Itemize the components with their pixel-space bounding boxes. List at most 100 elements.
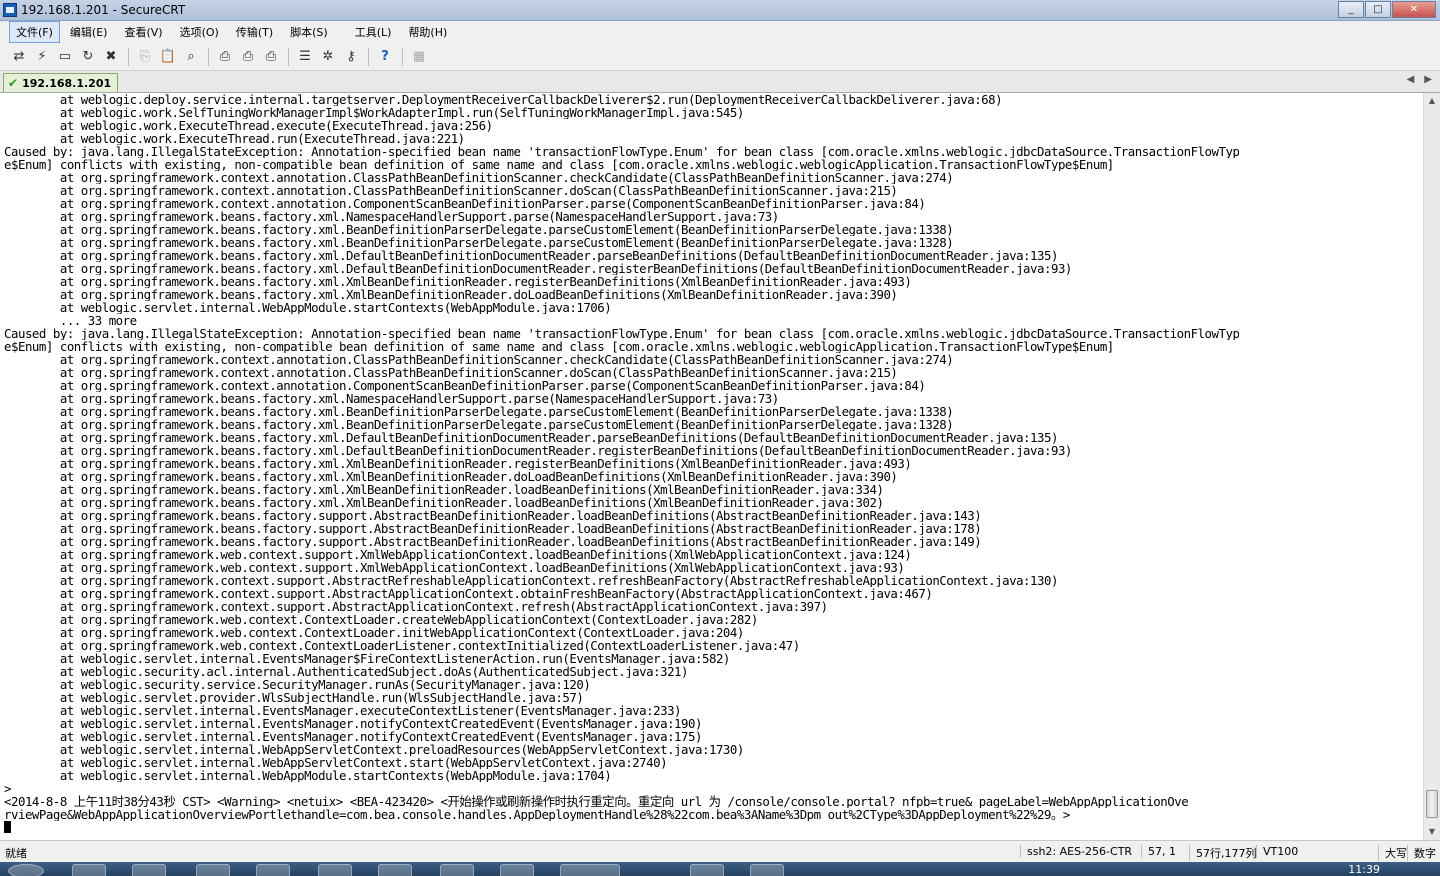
start-button-icon[interactable] xyxy=(8,864,44,876)
menu-item-2[interactable]: 查看(V) xyxy=(117,21,169,43)
toolbar-separator xyxy=(402,47,403,66)
minimize-button[interactable]: _ xyxy=(1338,1,1364,18)
print-icon[interactable]: ⎙ xyxy=(215,47,235,67)
keymap-icon[interactable]: ⚷ xyxy=(341,47,361,67)
scroll-down-icon[interactable]: ▼ xyxy=(1424,824,1440,840)
status-emulation: VT100 xyxy=(1256,845,1298,858)
toolbar: ⇄ ⚡ ▭ ↻ ✖ ⎘ 📋 ⌕ ⎙ ⎙ ⎙ ☰ ✲ ⚷? ▦ xyxy=(0,43,1440,71)
taskbar-folder-icon[interactable] xyxy=(72,864,106,876)
terminal-line: at weblogic.security.service.SecurityMan… xyxy=(4,678,591,691)
toolbar-separator xyxy=(208,47,209,66)
taskbar-app-icon[interactable] xyxy=(690,864,724,876)
taskbar-app-icon[interactable] xyxy=(500,864,534,876)
terminal-line: at org.springframework.web.context.suppo… xyxy=(4,548,912,561)
terminal-line: at weblogic.servlet.internal.EventsManag… xyxy=(4,652,731,665)
sftp-icon[interactable]: ▦ xyxy=(409,47,429,67)
maximize-button[interactable]: □ xyxy=(1365,1,1391,18)
terminal-line: at weblogic.servlet.internal.WebAppModul… xyxy=(4,769,612,782)
menu-item-5[interactable]: 脚本(S) xyxy=(283,21,335,43)
terminal-line: rviewPage&WebAppApplicationOverviewPortl… xyxy=(4,808,1070,821)
taskbar-app-icon[interactable] xyxy=(132,864,166,876)
terminal-line: at weblogic.security.acl.internal.Authen… xyxy=(4,665,689,678)
taskbar-clock[interactable]: 11:39 xyxy=(1348,863,1380,876)
terminal-line: at org.springframework.context.annotatio… xyxy=(4,184,898,197)
terminal-line: at org.springframework.web.context.Conte… xyxy=(4,639,800,652)
session-tab-label: 192.168.1.201 xyxy=(22,76,112,90)
menu-bar: 文件(F) 编辑(E) 查看(V) 选项(O) 传输(T) 脚本(S) 工具(L) 帮助(H) xyxy=(0,21,1440,43)
terminal-scrollbar[interactable]: ▲ ▼ xyxy=(1423,93,1440,840)
status-caps-lock: 大写 xyxy=(1378,845,1407,861)
menu-item-4[interactable]: 传输(T) xyxy=(229,21,280,43)
paste-icon[interactable]: 📋 xyxy=(158,47,178,67)
terminal-output[interactable]: at weblogic.deploy.service.internal.targ… xyxy=(0,93,1423,840)
scroll-thumb[interactable] xyxy=(1426,790,1438,818)
terminal-line: at org.springframework.beans.factory.sup… xyxy=(4,535,982,548)
reconnect-icon[interactable]: ↻ xyxy=(78,47,98,67)
scroll-up-icon[interactable]: ▲ xyxy=(1424,93,1440,109)
terminal-line: at org.springframework.beans.factory.xml… xyxy=(4,470,898,483)
terminal-line: at org.springframework.context.annotatio… xyxy=(4,353,954,366)
menu-item-3[interactable]: 选项(O) xyxy=(173,21,226,43)
title-bar[interactable]: 192.168.1.201 - SecureCRT _ □ ✕ xyxy=(0,0,1440,21)
menu-item-7[interactable]: 帮助(H) xyxy=(401,21,454,43)
window-controls: _ □ ✕ xyxy=(1337,1,1436,18)
session-tab[interactable]: ✔ 192.168.1.201 xyxy=(3,73,119,92)
terminal-line: at weblogic.servlet.internal.WebAppServl… xyxy=(4,756,668,769)
terminal-line: at org.springframework.web.context.suppo… xyxy=(4,561,905,574)
terminal-lines: at weblogic.deploy.service.internal.targ… xyxy=(4,93,1239,834)
terminal-line: at org.springframework.beans.factory.xml… xyxy=(4,262,1073,275)
taskbar-app-icon[interactable] xyxy=(196,864,230,876)
tab-scroll-left-icon[interactable]: ◀ xyxy=(1407,74,1415,85)
terminal-line: at org.springframework.beans.factory.xml… xyxy=(4,483,884,496)
print-selection-icon[interactable]: ⎙ xyxy=(238,47,258,67)
print-setup-icon[interactable]: ⎙ xyxy=(261,47,281,67)
connect-tab-icon[interactable]: ▭ xyxy=(55,47,75,67)
session-options-icon[interactable]: ☰ xyxy=(295,47,315,67)
find-icon[interactable]: ⌕ xyxy=(181,47,201,67)
terminal-line: at org.springframework.beans.factory.xml… xyxy=(4,457,912,470)
terminal-line: at weblogic.deploy.service.internal.targ… xyxy=(4,93,1003,106)
status-terminal-size: 57行,177列 xyxy=(1189,845,1257,861)
securecrt-app-icon[interactable] xyxy=(3,3,17,17)
toolbar-separator xyxy=(368,47,369,66)
terminal-line: at weblogic.work.ExecuteThread.run(Execu… xyxy=(4,132,465,145)
terminal-line: at org.springframework.beans.factory.xml… xyxy=(4,418,954,431)
menu-item-0[interactable]: 文件(F) xyxy=(9,21,60,43)
disconnect-icon[interactable]: ✖ xyxy=(101,47,121,67)
terminal-line: at weblogic.servlet.internal.EventsManag… xyxy=(4,717,703,730)
terminal-line: at org.springframework.beans.factory.xml… xyxy=(4,392,779,405)
terminal-line: at org.springframework.beans.factory.xml… xyxy=(4,275,912,288)
terminal-line: at org.springframework.beans.factory.xml… xyxy=(4,288,898,301)
toolbar-separator xyxy=(128,47,129,66)
taskbar-app-icon[interactable] xyxy=(750,864,784,876)
close-button[interactable]: ✕ xyxy=(1392,1,1436,18)
terminal-line: at weblogic.work.SelfTuningWorkManagerIm… xyxy=(4,106,745,119)
taskbar-app-icon[interactable] xyxy=(440,864,474,876)
taskbar-browser-icon[interactable] xyxy=(378,864,412,876)
terminal-line: <2014-8-8 上午11时38分43秒 CST> <Warning> <ne… xyxy=(4,795,1189,808)
copy-icon[interactable]: ⎘ xyxy=(135,47,155,67)
terminal-line: at org.springframework.context.support.A… xyxy=(4,600,828,613)
connect-icon[interactable]: ⇄ xyxy=(9,47,29,67)
taskbar-securecrt-icon[interactable] xyxy=(560,864,620,876)
status-ssh-cipher: ssh2: AES-256-CTR xyxy=(1020,845,1132,858)
terminal-line: at org.springframework.beans.factory.sup… xyxy=(4,522,982,535)
taskbar-app-icon[interactable] xyxy=(318,864,352,876)
quick-connect-icon[interactable]: ⚡ xyxy=(32,47,52,67)
menu-item-6[interactable]: 工具(L) xyxy=(348,21,399,43)
terminal-line: at weblogic.servlet.provider.WlsSubjectH… xyxy=(4,691,584,704)
taskbar-app-icon[interactable] xyxy=(256,864,290,876)
terminal-line: e$Enum] conflicts with existing, non-com… xyxy=(4,158,1114,171)
terminal-line: at org.springframework.context.annotatio… xyxy=(4,197,926,210)
terminal-line: at org.springframework.beans.factory.sup… xyxy=(4,509,982,522)
tab-scroll-right-icon[interactable]: ▶ xyxy=(1424,74,1432,85)
terminal-line: at org.springframework.beans.factory.xml… xyxy=(4,405,954,418)
global-options-icon[interactable]: ✲ xyxy=(318,47,338,67)
terminal-line: > xyxy=(4,782,11,795)
help-icon[interactable]: ? xyxy=(375,47,395,67)
terminal-line: at org.springframework.context.annotatio… xyxy=(4,379,926,392)
terminal-line: at weblogic.servlet.internal.EventsManag… xyxy=(4,704,682,717)
terminal-line: at org.springframework.web.context.Conte… xyxy=(4,613,758,626)
window-title: 192.168.1.201 - SecureCRT xyxy=(21,3,186,17)
menu-item-1[interactable]: 编辑(E) xyxy=(63,21,115,43)
